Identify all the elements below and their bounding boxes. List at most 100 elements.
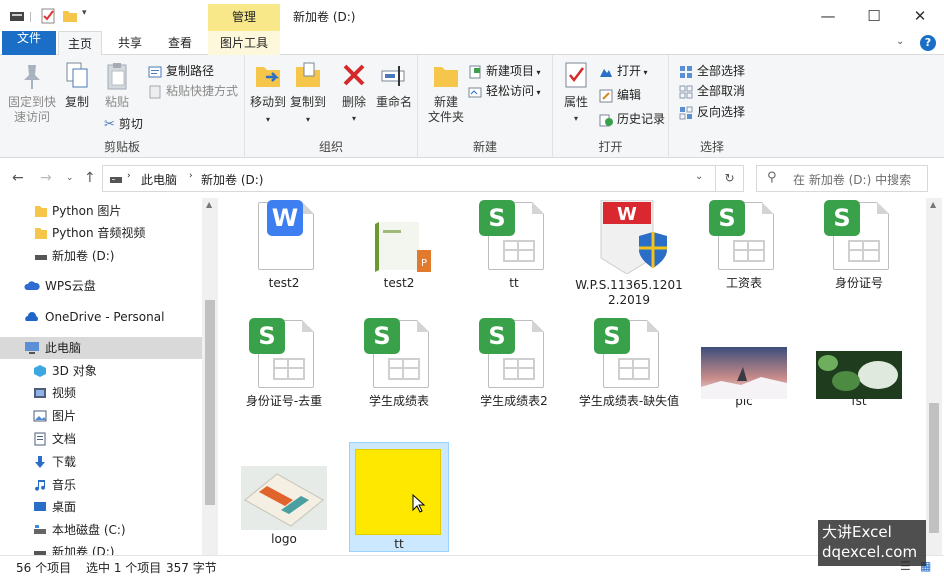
properties-button[interactable]: 属性 ▾ <box>561 61 591 126</box>
copy-to-button[interactable]: 复制到 ▾ <box>289 61 327 127</box>
select-all-label: 全部选择 <box>697 64 746 78</box>
folder-icon <box>35 228 47 239</box>
edit-button[interactable]: 编辑 <box>599 86 641 104</box>
drive-icon <box>34 525 46 534</box>
nav-item-this-pc[interactable]: 此电脑 <box>0 337 202 359</box>
search-box[interactable]: ⚲ 在 新加卷 (D:) 中搜索 <box>756 165 928 192</box>
nav-item-pictures[interactable]: 图片 <box>0 405 202 427</box>
minimize-button[interactable]: — <box>805 4 851 28</box>
file-item[interactable]: P test2 <box>343 200 455 291</box>
recent-locations-icon[interactable]: ⌄ <box>66 173 74 183</box>
copy-button[interactable]: 复制 <box>60 61 94 110</box>
paste-button[interactable]: 粘贴 <box>100 61 134 110</box>
rename-button[interactable]: 重命名 <box>375 61 413 110</box>
move-to-dropdown-icon: ▾ <box>265 115 270 124</box>
invert-selection-button[interactable]: 反向选择 <box>679 103 745 121</box>
forward-arrow-icon[interactable]: → <box>40 170 52 186</box>
properties-quick-icon[interactable] <box>40 8 56 24</box>
help-icon[interactable]: ? <box>920 35 936 51</box>
cut-button[interactable]: ✂ 剪切 <box>104 115 143 133</box>
file-item[interactable]: logo <box>228 458 340 547</box>
file-item[interactable]: pic <box>688 318 800 409</box>
file-item[interactable]: S 身份证号 <box>803 200 915 291</box>
nav-item-python-pictures[interactable]: Python 图片 <box>0 200 202 222</box>
new-folder-button[interactable]: 新建 文件夹 <box>426 61 466 125</box>
new-item-button[interactable]: 新建项目 ▾ <box>468 62 541 80</box>
content-scroll-thumb[interactable] <box>929 403 939 533</box>
up-arrow-icon[interactable]: ↑ <box>84 170 96 186</box>
svg-text:P: P <box>421 258 427 269</box>
collapse-ribbon-icon[interactable]: ⌄ <box>896 36 904 47</box>
move-to-button[interactable]: 移动到 ▾ <box>249 61 287 127</box>
nav-scroll-thumb[interactable] <box>205 300 215 505</box>
file-item[interactable]: W W.P.S.11365.12012.2019 <box>573 199 685 308</box>
back-arrow-icon[interactable]: ← <box>12 170 24 186</box>
file-item[interactable]: S 学生成绩表-缺失值 <box>573 318 685 409</box>
pin-quick-access-button[interactable]: 固定到快 速访问 <box>6 61 58 125</box>
tab-home[interactable]: 主页 <box>58 31 102 56</box>
file-item[interactable]: S 学生成绩表2 <box>458 318 570 409</box>
tab-share[interactable]: 共享 <box>108 31 152 55</box>
nav-item-onedrive[interactable]: OneDrive - Personal <box>0 306 202 328</box>
copy-path-button[interactable]: 复制路径 <box>148 62 214 80</box>
nav-item-music[interactable]: 音乐 <box>0 474 202 496</box>
breadcrumb-this-pc[interactable]: 此电脑 <box>141 171 177 188</box>
nav-item-local-disk-c[interactable]: 本地磁盘 (C:) <box>0 519 202 541</box>
paste-shortcut-icon <box>149 85 161 98</box>
delete-button[interactable]: 删除 ▾ <box>339 61 369 126</box>
refresh-button[interactable]: ↻ <box>716 165 744 192</box>
easy-access-button[interactable]: 轻松访问 ▾ <box>468 82 541 100</box>
title-bar: ▾ 管理 新加卷 (D:) — ☐ ✕ <box>0 0 944 31</box>
nav-item-3d-objects[interactable]: 3D 对象 <box>0 360 202 382</box>
file-item[interactable]: S tt <box>458 200 570 291</box>
onedrive-icon <box>25 312 38 321</box>
file-item-selected[interactable]: tt <box>349 442 449 552</box>
status-bar: 56 个项目 选中 1 个项目 357 字节 ☰ ▦ <box>0 555 944 579</box>
select-all-button[interactable]: 全部选择 <box>679 62 745 80</box>
maximize-button[interactable]: ☐ <box>851 4 897 28</box>
breadcrumb-drive-d[interactable]: 新加卷 (D:) <box>201 171 263 188</box>
photo-thumbnail <box>816 318 902 399</box>
open-label: 打开 <box>617 64 642 78</box>
address-bar[interactable]: › 此电脑 › 新加卷 (D:) ⌄ <box>102 165 716 192</box>
address-dropdown-icon[interactable]: ⌄ <box>695 171 703 182</box>
close-button[interactable]: ✕ <box>897 4 943 28</box>
history-button[interactable]: 历史记录 <box>599 110 665 128</box>
nav-item-drive-d-quick[interactable]: 新加卷 (D:) <box>0 245 202 267</box>
file-item[interactable]: S 学生成绩表 <box>343 318 455 409</box>
file-item[interactable]: W test2 <box>228 200 340 291</box>
nav-scrollbar[interactable]: ▲ <box>202 198 218 555</box>
new-folder-quick-icon[interactable] <box>62 8 78 24</box>
nav-label: 桌面 <box>52 500 77 514</box>
tab-file[interactable]: 文件 <box>2 31 56 55</box>
nav-item-videos[interactable]: 视频 <box>0 382 202 404</box>
nav-item-python-media[interactable]: Python 音频视频 <box>0 222 202 244</box>
nav-item-wps-cloud[interactable]: WPS云盘 <box>0 275 202 297</box>
paste-shortcut-button[interactable]: 粘贴快捷方式 <box>148 82 238 100</box>
open-button[interactable]: 打开 ▾ <box>599 62 648 80</box>
window-title: 新加卷 (D:) <box>293 10 356 24</box>
nav-item-drive-d[interactable]: 新加卷 (D:) <box>0 541 202 555</box>
tab-view[interactable]: 查看 <box>158 31 202 55</box>
scroll-up-icon[interactable]: ▲ <box>206 200 212 209</box>
file-item[interactable]: fst <box>803 318 915 409</box>
nav-item-downloads[interactable]: 下载 <box>0 451 202 473</box>
content-scrollbar[interactable]: ▲ <box>926 198 942 555</box>
context-tab-manage[interactable]: 管理 <box>208 4 280 31</box>
nav-label: OneDrive - Personal <box>45 310 165 324</box>
nav-item-desktop[interactable]: 桌面 <box>0 496 202 518</box>
nav-item-documents[interactable]: 文档 <box>0 428 202 450</box>
mouse-cursor-icon <box>412 494 426 513</box>
customize-quick-access-icon[interactable]: ▾ <box>82 8 87 24</box>
tab-picture-tools[interactable]: 图片工具 <box>208 31 280 55</box>
file-item[interactable]: S 身份证号-去重 <box>228 318 340 409</box>
new-group-label: 新建 <box>472 140 497 154</box>
copy-icon <box>66 62 88 88</box>
select-none-button[interactable]: 全部取消 <box>679 82 745 100</box>
scroll-up-icon[interactable]: ▲ <box>930 200 936 209</box>
pin-icon <box>24 65 40 89</box>
nav-label: 新加卷 (D:) <box>52 545 115 555</box>
drive-icon <box>35 255 47 260</box>
file-item[interactable]: S 工资表 <box>688 200 800 291</box>
history-label: 历史记录 <box>617 112 666 126</box>
